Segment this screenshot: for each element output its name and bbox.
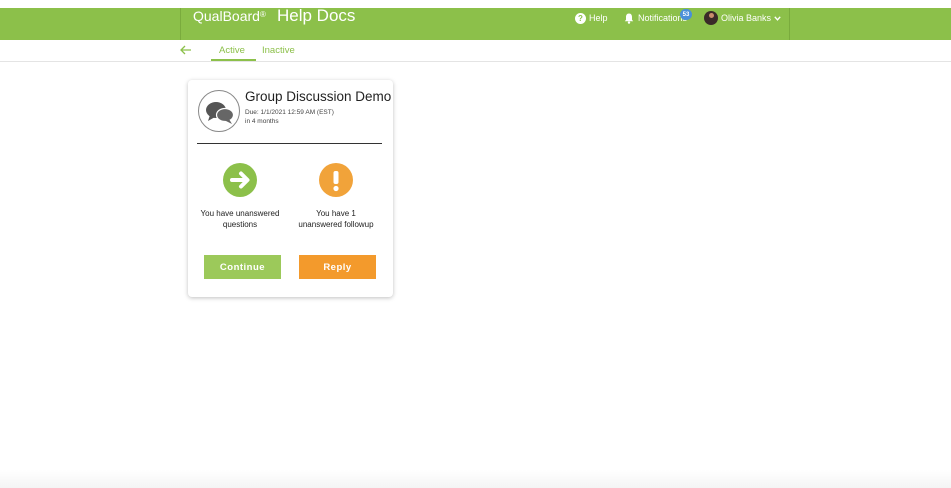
card-divider (197, 143, 382, 144)
exclamation-icon (319, 163, 353, 197)
top-navbar (0, 8, 951, 40)
brand-registered-mark: ® (259, 10, 266, 19)
unanswered-followup-text: You have 1 unanswered followup (298, 209, 374, 229)
bell-icon (624, 13, 634, 24)
help-link[interactable]: ? Help (575, 11, 608, 25)
reply-button[interactable]: Reply (299, 255, 376, 279)
back-arrow-icon[interactable] (179, 43, 193, 57)
page-title: Help Docs (277, 6, 356, 25)
due-relative: in 4 months (245, 118, 279, 125)
brand-name: QualBoard (193, 8, 260, 24)
project-card: Group Discussion Demo Due: 1/1/2021 12:5… (188, 80, 393, 297)
user-menu[interactable]: Olivia Banks (704, 10, 781, 26)
arrow-right-icon (223, 163, 257, 197)
unanswered-questions-text: You have unanswered questions (200, 209, 280, 229)
tab-active[interactable]: Active (219, 45, 245, 57)
brand-logo[interactable]: QualBoard® (193, 8, 266, 24)
notifications-count-badge: 53 (680, 9, 692, 20)
chat-bubbles-icon (198, 90, 240, 132)
status-tabs-bar: Active Inactive (0, 40, 951, 62)
page-bottom-shade (0, 470, 951, 488)
tab-inactive[interactable]: Inactive (262, 45, 295, 57)
user-name: Olivia Banks (721, 13, 772, 23)
continue-button[interactable]: Continue (204, 255, 281, 279)
due-date: Due: 1/1/2021 12:59 AM (EST) (245, 109, 334, 116)
help-label: Help (589, 13, 608, 23)
notifications-link[interactable]: Notifications (624, 11, 687, 25)
active-tab-indicator (211, 59, 256, 61)
chevron-down-icon (774, 15, 781, 21)
help-icon: ? (575, 12, 586, 24)
navbar-container (180, 8, 790, 40)
card-title[interactable]: Group Discussion Demo (245, 89, 391, 105)
avatar (704, 11, 718, 25)
